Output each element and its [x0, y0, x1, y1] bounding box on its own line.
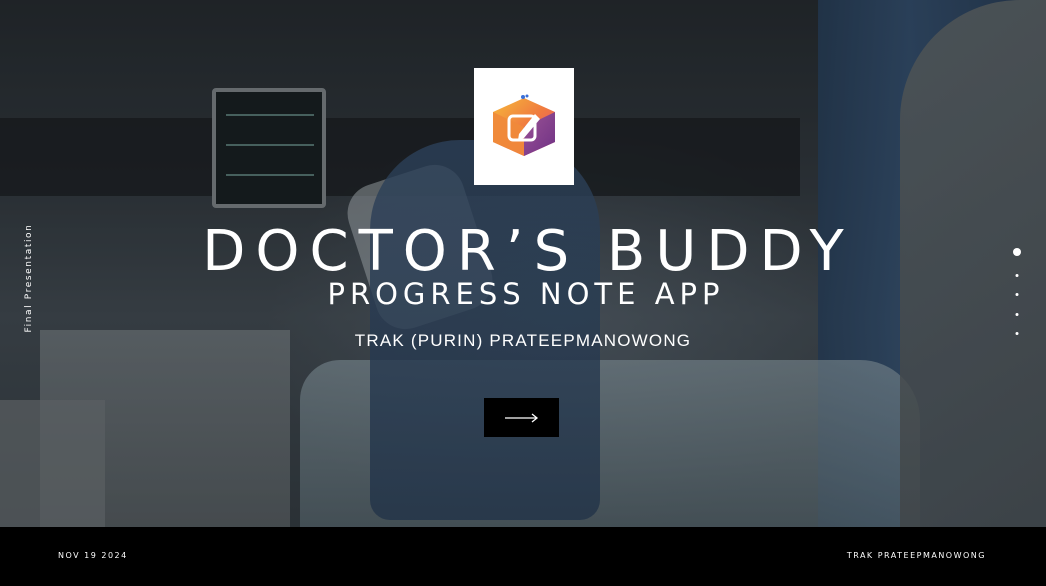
long-arrow-right-icon	[504, 412, 538, 423]
edit-note-cube-icon	[493, 94, 555, 156]
slide-dot-3[interactable]	[1015, 293, 1019, 296]
page-subtitle: PROGRESS NOTE APP	[327, 277, 725, 311]
slide-dot-4[interactable]	[1015, 313, 1019, 316]
footer-date: NOV 19 2024	[58, 551, 128, 560]
slide-navigation-dots	[1008, 246, 1026, 341]
author-name: TRAK (PURIN) PRATEEPMANOWONG	[354, 331, 692, 350]
footer-author: TRAK PRATEEPMANOWONG	[846, 551, 986, 560]
app-logo	[474, 68, 574, 185]
footer-bar: NOV 19 2024 TRAK PRATEEPMANOWONG	[0, 527, 1046, 586]
next-slide-button[interactable]	[484, 398, 559, 437]
slide-dot-1[interactable]	[1013, 248, 1021, 256]
slide-dot-5[interactable]	[1015, 332, 1019, 335]
page-title: DOCTOR’S BUDDY	[202, 219, 854, 284]
slide-dot-2[interactable]	[1015, 274, 1019, 277]
